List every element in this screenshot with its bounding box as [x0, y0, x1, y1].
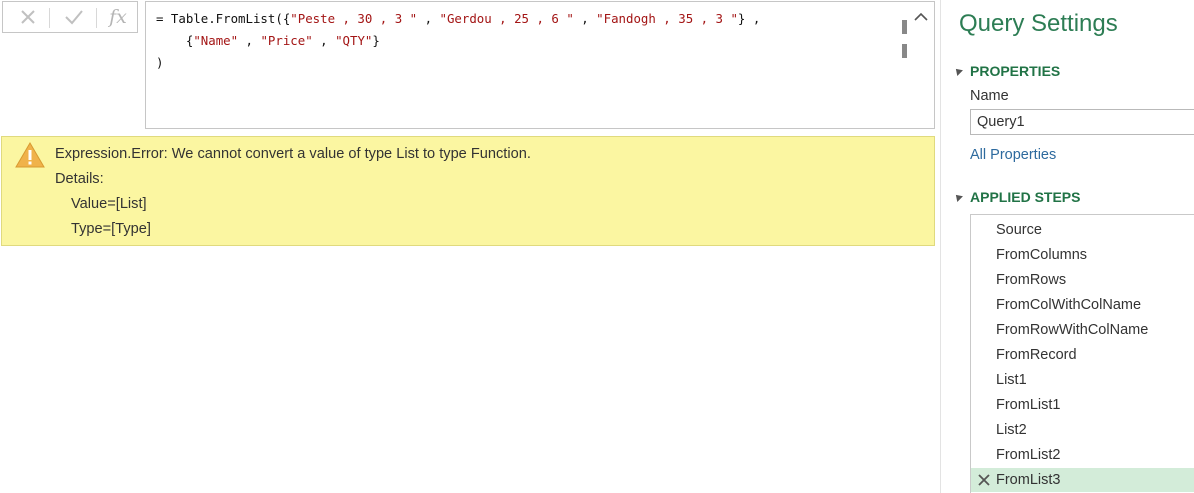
applied-steps-section-header[interactable]: APPLIED STEPS: [953, 189, 1081, 205]
step-label: FromRows: [996, 272, 1067, 288]
step-label: FromList3: [996, 472, 1061, 488]
code-text: ,: [417, 11, 440, 26]
step-item-selected[interactable]: FromList3: [971, 468, 1194, 492]
scrollbar-thumb[interactable]: [902, 44, 907, 58]
fx-label: fx: [109, 6, 127, 28]
code-text: ,: [238, 33, 261, 48]
string-literal: "QTY": [335, 33, 373, 48]
string-literal: "Price": [260, 33, 313, 48]
error-details-label: Details:: [55, 171, 104, 187]
step-label: FromColWithColName: [996, 297, 1142, 313]
string-literal: "Gerdou , 25 , 6 ": [439, 11, 574, 26]
step-item[interactable]: FromRecord: [971, 343, 1194, 367]
fx-icon[interactable]: fx: [103, 2, 133, 32]
scrollbar-thumb[interactable]: [902, 20, 907, 34]
step-item[interactable]: FromColWithColName: [971, 293, 1194, 317]
step-label: FromList1: [996, 397, 1061, 413]
step-item[interactable]: FromList1: [971, 393, 1194, 417]
error-message: Expression.Error: We cannot convert a va…: [55, 146, 531, 162]
step-item[interactable]: List2: [971, 418, 1194, 442]
formula-line-1: = Table.FromList({"Peste , 30 , 3 " , "G…: [156, 11, 760, 26]
section-title: PROPERTIES: [970, 63, 1061, 79]
name-label: Name: [970, 88, 1009, 104]
collapse-triangle-icon: [953, 192, 963, 202]
properties-section-header[interactable]: PROPERTIES: [953, 63, 1061, 79]
step-label: Source: [996, 222, 1042, 238]
cancel-button[interactable]: [13, 2, 43, 32]
error-detail-value: Value=[List]: [71, 196, 147, 212]
control-separator: [49, 8, 50, 28]
query-name-input[interactable]: [970, 109, 1194, 135]
code-text: {: [156, 33, 194, 48]
code-text: ,: [573, 11, 597, 26]
x-icon: [21, 10, 35, 24]
step-label: FromRowWithColName: [996, 322, 1149, 338]
error-banner: Expression.Error: We cannot convert a va…: [1, 136, 935, 246]
formula-editor[interactable]: = Table.FromList({"Peste , 30 , 3 " , "G…: [145, 1, 935, 129]
step-label: List2: [996, 422, 1027, 438]
pane-title: Query Settings: [959, 10, 1118, 37]
commit-button[interactable]: [59, 2, 89, 32]
step-item[interactable]: FromRows: [971, 268, 1194, 292]
error-detail-type: Type=[Type]: [71, 221, 151, 237]
formula-bar-controls: fx: [2, 1, 138, 33]
chevron-up-icon: [914, 12, 928, 21]
code-text: }: [372, 33, 380, 48]
formula-line-2: {"Name" , "Price" , "QTY"}: [156, 33, 380, 48]
formula-line-3: ): [156, 55, 164, 70]
collapse-triangle-icon: [953, 66, 963, 76]
step-item[interactable]: FromList2: [971, 443, 1194, 467]
check-icon: [65, 10, 83, 25]
applied-steps-list: Source FromColumns FromRows FromColWithC…: [970, 214, 1194, 493]
step-item[interactable]: FromRowWithColName: [971, 318, 1194, 342]
step-item[interactable]: List1: [971, 368, 1194, 392]
warning-icon: [15, 142, 45, 168]
code-text: = Table.FromList({: [156, 11, 291, 26]
query-settings-pane: Query Settings PROPERTIES Name All Prope…: [941, 0, 1194, 493]
step-item[interactable]: Source: [971, 218, 1194, 242]
string-literal: "Fandogh , 35 , 3 ": [596, 11, 738, 26]
step-label: FromRecord: [996, 347, 1077, 363]
code-text: } ,: [737, 11, 761, 26]
delete-step-icon[interactable]: [977, 473, 991, 487]
string-literal: "Name": [193, 33, 239, 48]
step-label: FromList2: [996, 447, 1061, 463]
all-properties-link[interactable]: All Properties: [970, 147, 1056, 163]
step-label: FromColumns: [996, 247, 1088, 263]
collapse-formula-button[interactable]: [912, 8, 930, 26]
control-separator: [96, 8, 97, 28]
code-text: ,: [312, 33, 336, 48]
string-literal: "Peste , 30 , 3 ": [290, 11, 418, 26]
step-item[interactable]: FromColumns: [971, 243, 1194, 267]
section-title: APPLIED STEPS: [970, 189, 1081, 205]
step-label: List1: [996, 372, 1027, 388]
